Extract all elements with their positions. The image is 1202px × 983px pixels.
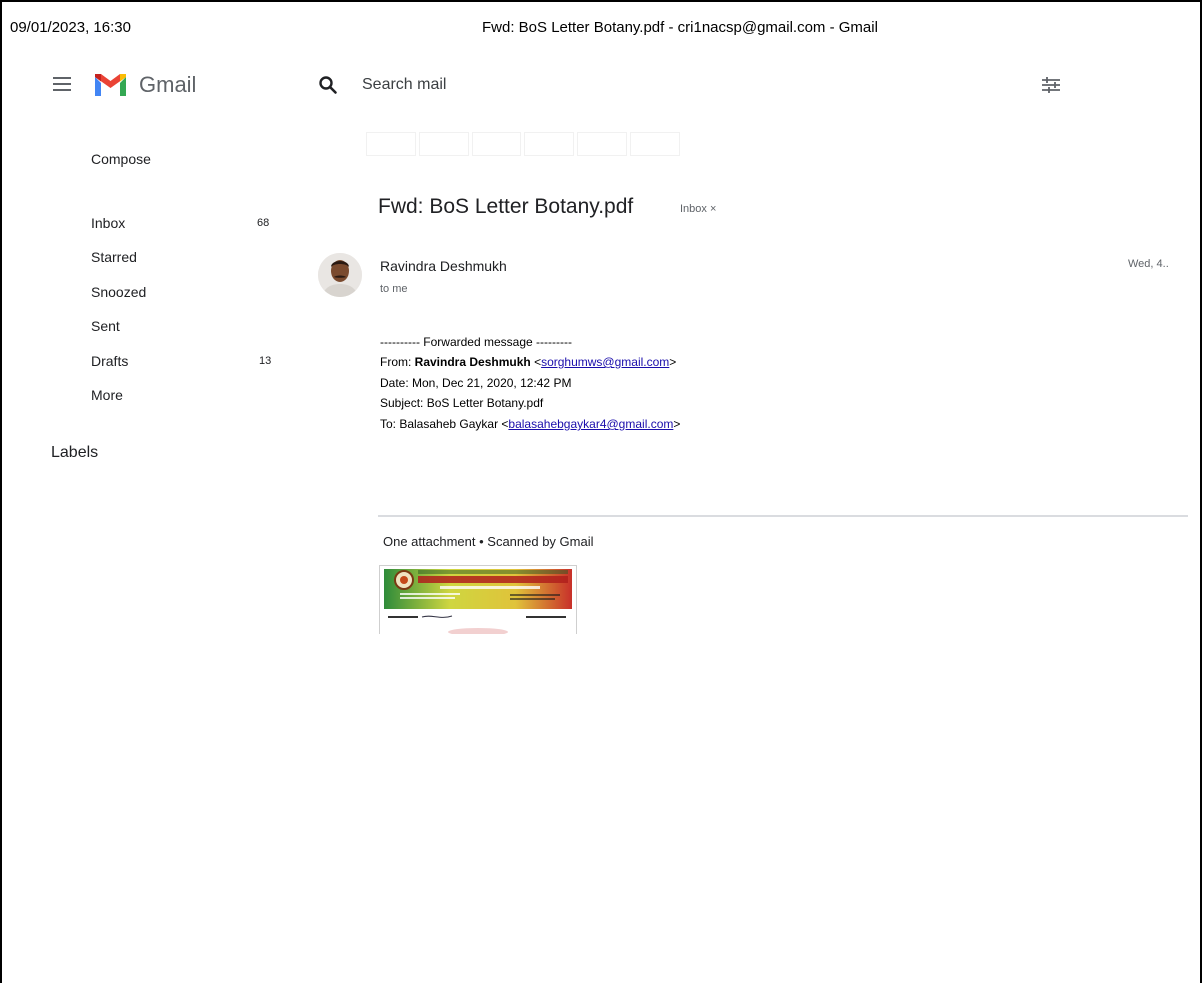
attachment-info: One attachment • Scanned by Gmail <box>383 534 594 549</box>
search-options-icon[interactable] <box>1040 75 1062 95</box>
forwarded-subject: Subject: BoS Letter Botany.pdf <box>380 396 544 410</box>
search-icon[interactable] <box>318 75 338 95</box>
inbox-label-chip[interactable]: Inbox × <box>680 203 716 215</box>
menu-icon[interactable] <box>53 77 71 91</box>
forwarded-from: From: Ravindra Deshmukh <sorghumws@gmail… <box>380 355 677 369</box>
toolbar-button[interactable] <box>471 132 522 156</box>
forwarded-header: ---------- Forwarded message --------- <box>380 335 572 349</box>
from-email-link[interactable]: sorghumws@gmail.com <box>541 355 669 369</box>
toolbar-button[interactable] <box>630 132 680 156</box>
print-title: Fwd: BoS Letter Botany.pdf - cri1nacsp@g… <box>482 19 878 36</box>
sidebar-item-sent[interactable]: Sent <box>91 318 120 334</box>
sidebar-item-starred[interactable]: Starred <box>91 249 137 265</box>
sidebar-item-inbox[interactable]: Inbox <box>91 215 125 231</box>
compose-button[interactable]: Compose <box>91 151 151 167</box>
drafts-count: 13 <box>259 355 272 367</box>
sidebar-item-snoozed[interactable]: Snoozed <box>91 284 146 300</box>
sender-photo <box>318 253 362 297</box>
avatar[interactable] <box>318 253 362 297</box>
toolbar-button[interactable] <box>418 132 469 156</box>
inbox-count: 68 <box>257 217 270 229</box>
forwarded-date: Date: Mon, Dec 21, 2020, 12:42 PM <box>380 376 572 390</box>
toolbar-button[interactable] <box>577 132 628 156</box>
message-toolbar <box>366 132 680 156</box>
attachment-divider <box>378 515 1188 517</box>
message-date: Wed, 4.. <box>1128 258 1169 270</box>
message-subject: Fwd: BoS Letter Botany.pdf <box>378 195 634 218</box>
sender-name[interactable]: Ravindra Deshmukh <box>380 258 507 274</box>
toolbar-button[interactable] <box>524 132 575 156</box>
attachment-thumbnail[interactable] <box>379 565 577 634</box>
recipient-line[interactable]: to me <box>380 283 408 295</box>
sidebar-item-more[interactable]: More <box>91 387 123 403</box>
forwarded-from-name: Ravindra Deshmukh <box>414 355 531 369</box>
letterhead-preview <box>384 569 572 634</box>
labels-heading: Labels <box>51 444 99 461</box>
app-name: Gmail <box>139 72 197 97</box>
print-datetime: 09/01/2023, 16:30 <box>10 19 131 36</box>
toolbar-button[interactable] <box>366 132 416 156</box>
forwarded-to: To: Balasaheb Gaykar <balasahebgaykar4@g… <box>380 417 681 431</box>
gmail-logo-icon[interactable] <box>93 72 128 98</box>
to-email-link[interactable]: balasahebgaykar4@gmail.com <box>508 417 673 431</box>
search-input[interactable]: Search mail <box>362 76 446 94</box>
print-header: 09/01/2023, 16:30 Fwd: BoS Letter Botany… <box>0 2 1202 36</box>
sidebar-item-drafts[interactable]: Drafts <box>91 353 128 369</box>
